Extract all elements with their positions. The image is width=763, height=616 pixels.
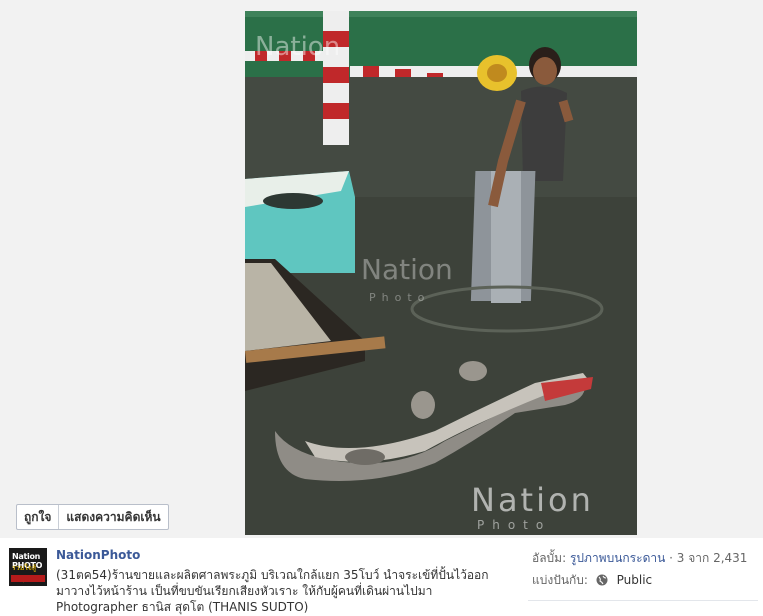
photo-stage: Nation Nation Photo Nation Photo ถูกใจ แ… bbox=[0, 0, 763, 538]
watermark-bottom: Nation bbox=[471, 481, 594, 519]
album-label: อัลบั้ม: bbox=[532, 551, 567, 565]
share-label: แบ่งปันกับ: bbox=[532, 573, 588, 587]
watermark-bottom-sub: Photo bbox=[477, 518, 551, 532]
share-row: แบ่งปันกับ: Public bbox=[532, 572, 757, 594]
photo-actions: ถูกใจ แสดงความคิดเห็น bbox=[16, 504, 169, 530]
comment-button[interactable]: แสดงความคิดเห็น bbox=[59, 506, 167, 528]
avatar-band bbox=[11, 575, 45, 582]
audience-selector[interactable]: Public bbox=[617, 573, 653, 587]
watermark-top: Nation bbox=[255, 32, 340, 62]
globe-icon bbox=[596, 574, 608, 586]
teal-boat bbox=[245, 171, 355, 273]
post-caption: (31ตค54)ร้านขายและผลิตศาลพระภูมิ บริเวณใ… bbox=[56, 567, 496, 615]
caption-line-1: (31ตค54)ร้านขายและผลิตศาลพระภูมิ บริเวณใ… bbox=[56, 568, 489, 582]
meta-divider bbox=[528, 600, 758, 601]
flood-scene: Nation Nation Photo Nation Photo bbox=[245, 11, 637, 535]
caption-line-2: มาวางไว้หน้าร้าน เป็นที่ขบขันเรียกเสียงห… bbox=[56, 584, 433, 598]
watermark-middle-sub: Photo bbox=[369, 291, 430, 304]
album-row: อัลบั้ม: รูปภาพบนกระดาน · 3 จาก 2,431 bbox=[532, 550, 757, 572]
like-button[interactable]: ถูกใจ bbox=[17, 506, 58, 528]
photo-meta: อัลบั้ม: รูปภาพบนกระดาน · 3 จาก 2,431 แบ… bbox=[532, 550, 757, 594]
caption-line-3: Photographer ธานิส สุดโต (THANIS SUDTO) bbox=[56, 600, 309, 614]
post-photo[interactable]: Nation Nation Photo Nation Photo bbox=[245, 11, 637, 535]
album-position: · 3 จาก 2,431 bbox=[669, 551, 748, 565]
page-avatar[interactable]: Nation PHOTO ร่วมใจสู้วิกฤตชาติ bbox=[9, 548, 47, 586]
post-footer: Nation PHOTO ร่วมใจสู้วิกฤตชาติ NationPh… bbox=[0, 538, 763, 616]
page-name-link[interactable]: NationPhoto bbox=[56, 548, 140, 562]
album-link[interactable]: รูปภาพบนกระดาน bbox=[570, 551, 665, 565]
watermark-middle: Nation bbox=[361, 253, 453, 286]
